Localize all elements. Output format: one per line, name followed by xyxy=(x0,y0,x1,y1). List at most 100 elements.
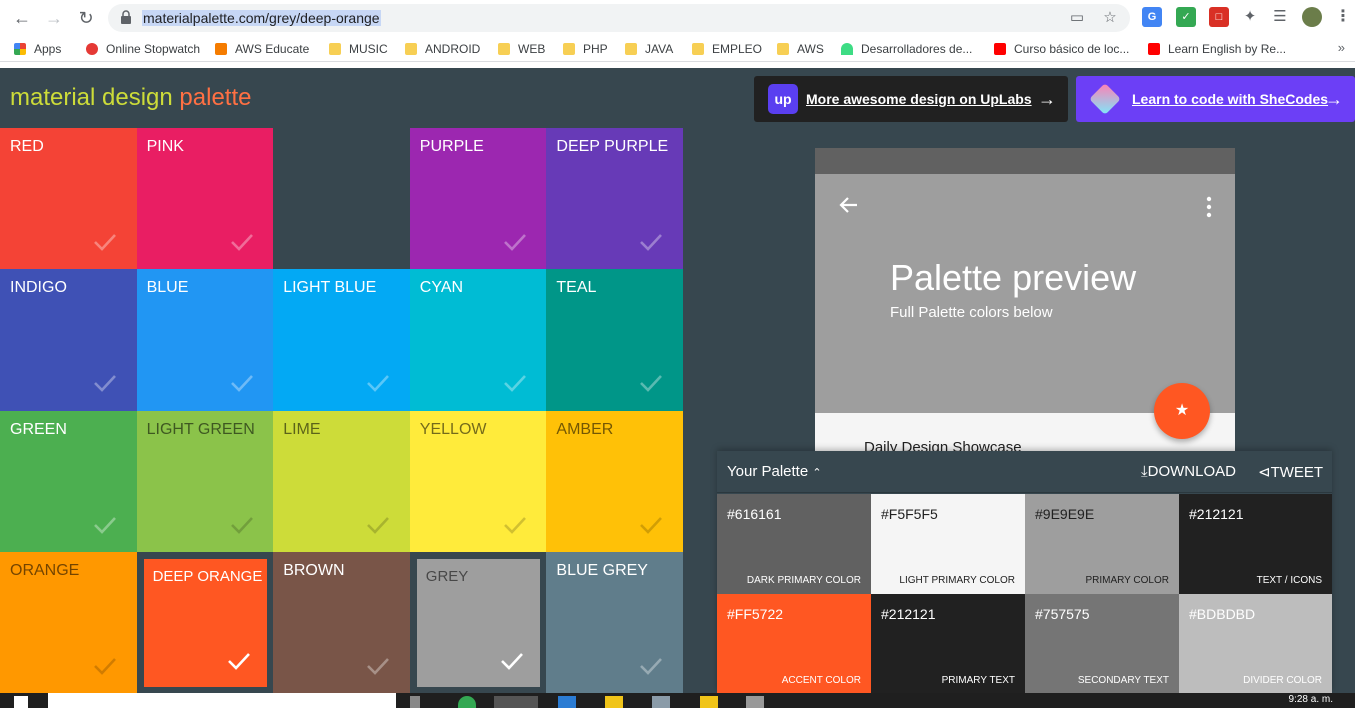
bookmark-apps[interactable]: Apps xyxy=(14,40,61,58)
color-tile-blue[interactable]: BLUE xyxy=(136,269,274,412)
color-tile-light-green[interactable]: LIGHT GREEN xyxy=(136,410,274,553)
bookmark-online-stopwatch[interactable]: Online Stopwatch xyxy=(86,40,200,58)
share-icon: ⊲ xyxy=(1258,464,1271,481)
taskbar-clock[interactable]: 9:28 a. m. xyxy=(1289,694,1333,705)
color-tile-pink[interactable]: PINK xyxy=(136,128,274,270)
stopwatch-icon xyxy=(86,43,98,55)
bookmark-aws-educate[interactable]: AWS Educate xyxy=(215,40,309,58)
site-logo[interactable]: material design palette xyxy=(10,84,251,112)
color-tile-label: RED xyxy=(10,138,44,155)
url-text[interactable]: materialpalette.com/grey/deep-orange xyxy=(142,10,381,26)
bookmark-star-icon[interactable]: ☆ xyxy=(1101,9,1119,27)
color-tile-label: DEEP PURPLE xyxy=(556,138,669,155)
color-tile-deep-purple[interactable]: DEEP PURPLE xyxy=(546,128,684,270)
cast-icon[interactable]: ▭ xyxy=(1068,9,1086,27)
shecodes-ad-banner[interactable]: Learn to code with SheCodes → xyxy=(1076,76,1355,122)
folder-icon xyxy=(563,43,575,55)
extensions-puzzle-icon[interactable]: ✦ xyxy=(1240,7,1260,27)
palette-title: Your Palette xyxy=(727,463,809,480)
download-label: DOWNLOAD xyxy=(1147,463,1236,480)
swatch-secondary-text[interactable]: #757575 SECONDARY TEXT xyxy=(1025,594,1179,694)
tweet-button[interactable]: ⊲TWEET xyxy=(1258,463,1323,481)
color-tile-grey[interactable]: GREY xyxy=(409,551,547,694)
bookmark-curso-basico[interactable]: Curso básico de loc... xyxy=(994,40,1129,58)
bookmarks-bar: Apps Online Stopwatch AWS Educate MUSIC … xyxy=(0,36,1355,62)
swatch-hex: #BDBDBD xyxy=(1189,606,1256,622)
youtube-icon xyxy=(1148,43,1160,55)
task-view-icon[interactable] xyxy=(410,696,420,708)
shield-extension-icon[interactable]: ✓ xyxy=(1176,7,1196,27)
download-button[interactable]: ⤓DOWNLOAD xyxy=(1141,463,1236,480)
reload-icon[interactable]: ↻ xyxy=(74,6,98,30)
uplabs-ad-text: More awesome design on UpLabs xyxy=(806,91,1032,107)
palette-toggle[interactable]: Your Palette ⌃ xyxy=(727,463,822,480)
swatch-divider[interactable]: #BDBDBD DIVIDER COLOR xyxy=(1179,594,1332,694)
color-tile-yellow[interactable]: YELLOW xyxy=(409,410,547,553)
color-tile-teal[interactable]: TEAL xyxy=(546,269,684,412)
taskbar-app-icon[interactable] xyxy=(746,696,764,708)
uplabs-ad-banner[interactable]: up More awesome design on UpLabs → xyxy=(754,76,1068,122)
arrow-back-icon[interactable] xyxy=(837,194,859,216)
taskbar-vscode-icon[interactable] xyxy=(558,696,576,708)
color-tile-cyan[interactable]: CYAN xyxy=(409,269,547,412)
checkmark-icon xyxy=(230,375,253,393)
swatch-primary-text[interactable]: #212121 PRIMARY TEXT xyxy=(871,594,1025,694)
taskbar-search-box[interactable] xyxy=(48,693,396,708)
color-tile-brown[interactable]: BROWN xyxy=(273,551,411,694)
taskbar-app-icon[interactable] xyxy=(458,696,476,708)
arrow-right-icon: → xyxy=(1325,89,1343,109)
address-bar[interactable]: materialpalette.com/grey/deep-orange ▭ ☆ xyxy=(108,4,1130,32)
star-icon[interactable]: ★ xyxy=(1154,383,1210,439)
color-tile-light-blue[interactable]: LIGHT BLUE xyxy=(273,269,411,412)
swatch-dark-primary[interactable]: #616161 DARK PRIMARY COLOR xyxy=(717,494,871,594)
browser-menu-icon[interactable]: ⋮ xyxy=(1333,7,1353,27)
color-tile-label: INDIGO xyxy=(10,279,67,297)
color-tile-indigo[interactable]: INDIGO xyxy=(0,269,137,412)
color-tile-lime[interactable]: LIME xyxy=(273,410,411,553)
profile-avatar[interactable] xyxy=(1302,7,1322,27)
taskbar-file-explorer-icon[interactable] xyxy=(700,696,718,708)
color-tile-label: BROWN xyxy=(283,561,345,579)
media-control-icon[interactable]: ☰ xyxy=(1270,7,1290,27)
color-tile-green[interactable]: GREEN xyxy=(0,410,137,553)
bookmarks-overflow-button[interactable]: » xyxy=(1338,40,1345,55)
color-tile-purple[interactable]: PURPLE xyxy=(409,128,547,270)
color-tile-orange[interactable]: ORANGE xyxy=(0,551,137,694)
translate-extension-icon[interactable]: G xyxy=(1142,7,1162,27)
color-tile-red[interactable]: RED xyxy=(0,128,137,270)
bookmark-aws[interactable]: AWS xyxy=(777,40,824,58)
apps-grid-icon xyxy=(14,43,26,55)
swatch-text-icons[interactable]: #212121 TEXT / ICONS xyxy=(1179,494,1332,594)
checkmark-icon xyxy=(503,234,526,251)
bookmark-web[interactable]: WEB xyxy=(498,40,545,58)
taskbar-app-icon[interactable] xyxy=(652,696,670,708)
swatch-hex: #212121 xyxy=(1189,506,1244,522)
folder-icon xyxy=(405,43,417,55)
bookmark-music[interactable]: MUSIC xyxy=(329,40,388,58)
color-tile-label: LIGHT GREEN xyxy=(146,420,255,438)
taskbar-app-icon[interactable] xyxy=(605,696,623,708)
bookmark-learn-english[interactable]: Learn English by Re... xyxy=(1148,40,1286,58)
pdf-extension-icon[interactable]: □ xyxy=(1209,7,1229,27)
bookmark-java[interactable]: JAVA xyxy=(625,40,673,58)
back-icon[interactable]: ← xyxy=(10,6,34,30)
color-tile-label: TEAL xyxy=(556,279,597,297)
swatch-light-primary[interactable]: #F5F5F5 LIGHT PRIMARY COLOR xyxy=(871,494,1025,594)
color-tile-blue-grey[interactable]: BLUE GREY xyxy=(546,551,684,694)
color-tile-amber[interactable]: AMBER xyxy=(546,410,684,553)
swatch-primary[interactable]: #9E9E9E PRIMARY COLOR xyxy=(1025,494,1179,594)
color-tile-deep-orange[interactable]: DEEP ORANGE xyxy=(136,551,274,694)
bookmark-android[interactable]: ANDROID xyxy=(405,40,480,58)
android-icon xyxy=(841,43,853,55)
youtube-icon xyxy=(994,43,1006,55)
bookmark-empleo[interactable]: EMPLEO xyxy=(692,40,762,58)
windows-start-icon[interactable] xyxy=(14,696,28,708)
checkmark-icon xyxy=(640,658,663,675)
taskbar-chrome-icon[interactable] xyxy=(494,696,538,708)
bookmark-desarrolladores[interactable]: Desarrolladores de... xyxy=(841,40,972,58)
folder-icon xyxy=(625,43,637,55)
bookmark-php[interactable]: PHP xyxy=(563,40,608,58)
more-vert-icon[interactable] xyxy=(1205,196,1213,218)
forward-icon[interactable]: → xyxy=(42,6,66,30)
swatch-accent[interactable]: #FF5722 ACCENT COLOR xyxy=(717,594,871,694)
